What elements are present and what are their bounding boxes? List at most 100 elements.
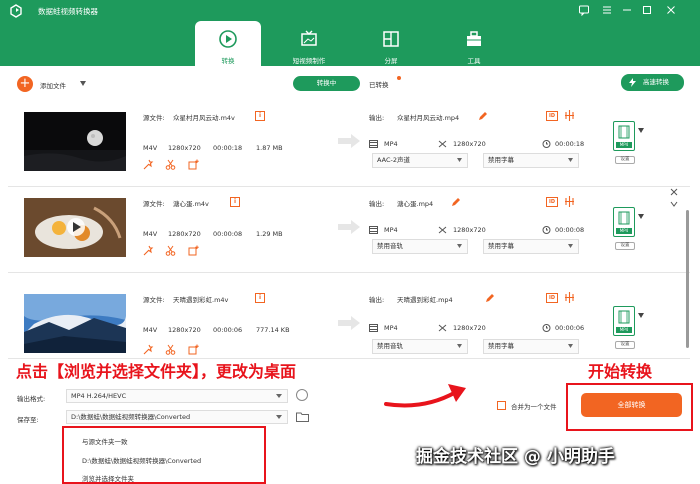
subtitle-select[interactable]: 禁用字幕 <box>483 339 579 354</box>
tab-convert[interactable]: 转换 <box>195 21 261 66</box>
format-settings-button[interactable]: 设置 <box>615 156 635 164</box>
video-thumbnail[interactable] <box>24 112 126 171</box>
info-icon[interactable]: i <box>255 293 265 303</box>
dropdown-option-source-folder[interactable]: 与源文件夹一致 <box>82 436 128 446</box>
source-resolution: 1280x720 <box>168 326 201 334</box>
rename-icon[interactable] <box>478 111 488 121</box>
file-row: 源文件: 溏心蛋.m4v i M4V 1280x720 00:00:08 1.2… <box>8 188 690 273</box>
fast-convert-label: 高速转换 <box>643 78 669 86</box>
clock-icon <box>542 226 551 234</box>
chevron-down-icon[interactable] <box>80 81 86 86</box>
output-info-icon[interactable]: ID <box>546 111 558 121</box>
rename-icon[interactable] <box>451 197 461 207</box>
clock-icon <box>542 140 551 148</box>
format-settings-button[interactable]: 设置 <box>615 242 635 250</box>
remove-file-icon[interactable] <box>670 188 678 196</box>
arrow-right-icon <box>338 316 360 330</box>
cut-icon[interactable] <box>165 344 176 355</box>
chevron-down-icon <box>457 344 462 348</box>
effects-icon[interactable] <box>143 344 154 355</box>
convert-all-button[interactable]: 全部转换 <box>581 393 682 417</box>
menu-icon[interactable] <box>601 4 613 16</box>
dropdown-option-converted-path[interactable]: D:\数据蛙\数据蛙视频转换器\Converted <box>82 455 201 465</box>
output-filename: 溏心蛋.mp4 <box>397 200 434 208</box>
cut-icon[interactable] <box>165 159 176 170</box>
add-file-button[interactable]: 添加文件 <box>40 80 66 90</box>
enhance-icon[interactable] <box>188 159 199 170</box>
video-thumbnail[interactable] <box>24 294 126 353</box>
output-format-select[interactable]: MP4 H.264/HEVC <box>66 389 288 403</box>
format-badge: MP4 <box>616 228 632 234</box>
save-to-select[interactable]: D:\数据蛙\数据蛙视频转换器\Converted <box>66 410 288 424</box>
enhance-icon[interactable] <box>188 245 199 256</box>
audio-track-select[interactable]: 禁用音轨 <box>372 239 468 254</box>
subtitle-value: 禁用字幕 <box>488 242 514 250</box>
format-settings-button[interactable]: 设置 <box>615 341 635 349</box>
subtitle-select[interactable]: 禁用字幕 <box>483 153 579 168</box>
maximize-icon[interactable] <box>641 4 653 16</box>
output-info-icon[interactable]: ID <box>546 293 558 303</box>
output-format-button[interactable]: MP4 <box>613 207 635 237</box>
audio-track-value: 禁用音轨 <box>377 342 403 350</box>
toolbox-icon <box>467 31 481 46</box>
fast-convert-button[interactable]: 高速转换 <box>621 74 684 91</box>
feedback-icon[interactable] <box>578 4 590 16</box>
app-header: 数据蛙视频转换器 转换 短视频制作 分屏 工具 <box>0 0 700 66</box>
tab-label: 分屏 <box>384 57 398 65</box>
dropdown-option-browse-folder[interactable]: 浏览并选择文件夹 <box>82 473 134 483</box>
add-file-icon[interactable]: + <box>17 76 33 92</box>
converted-tab[interactable]: 已转换 <box>369 79 389 89</box>
chevron-down-icon[interactable] <box>638 214 644 219</box>
tab-short-video[interactable]: 短视频制作 <box>276 21 342 66</box>
audio-track-select[interactable]: 禁用音轨 <box>372 339 468 354</box>
chevron-down-icon <box>276 394 282 398</box>
merge-checkbox[interactable] <box>497 401 506 410</box>
file-row: 源文件: 天晴遇到彩虹.m4v i M4V 1280x720 00:00:06 … <box>8 274 690 359</box>
chevron-down-icon <box>276 415 282 419</box>
video-thumbnail[interactable] <box>24 198 126 257</box>
output-format-value: MP4 H.264/HEVC <box>71 392 127 400</box>
enhance-icon[interactable] <box>188 344 199 355</box>
effects-icon[interactable] <box>143 159 154 170</box>
output-info-icon[interactable]: ID <box>546 197 558 207</box>
chevron-down-icon[interactable] <box>670 201 678 207</box>
split-icon[interactable] <box>564 196 575 207</box>
app-logo-icon <box>10 4 22 18</box>
split-icon[interactable] <box>564 292 575 303</box>
chevron-down-icon[interactable] <box>638 128 644 133</box>
source-duration: 00:00:06 <box>213 326 243 334</box>
output-format-button[interactable]: MP4 <box>613 306 635 336</box>
tab-split-screen[interactable]: 分屏 <box>358 21 424 66</box>
converting-tab[interactable]: 转换中 <box>293 76 360 91</box>
toolbar: + 添加文件 转换中 已转换 高速转换 <box>0 66 700 102</box>
source-size: 1.87 MB <box>256 144 283 152</box>
tab-tools[interactable]: 工具 <box>441 21 507 66</box>
output-format: MP4 <box>384 324 398 332</box>
output-settings-icon[interactable] <box>296 389 308 401</box>
output-format-button[interactable]: MP4 <box>613 121 635 151</box>
chevron-down-icon <box>568 158 573 162</box>
notification-dot <box>397 76 401 80</box>
split-icon[interactable] <box>564 110 575 121</box>
rename-icon[interactable] <box>485 293 495 303</box>
annotation-browse-folder: 点击【浏览并选择文件夹】，更改为桌面 <box>16 362 297 381</box>
convert-icon <box>219 30 237 48</box>
subtitle-select[interactable]: 禁用字幕 <box>483 239 579 254</box>
effects-icon[interactable] <box>143 245 154 256</box>
source-label: 源文件: <box>143 296 165 304</box>
chevron-down-icon[interactable] <box>638 313 644 318</box>
output-format: MP4 <box>384 226 398 234</box>
folder-icon[interactable] <box>296 411 309 422</box>
audio-track-select[interactable]: AAC-2声道 <box>372 153 468 168</box>
close-window-icon[interactable] <box>665 4 677 16</box>
info-icon[interactable]: i <box>255 111 265 121</box>
info-icon[interactable]: i <box>230 197 240 207</box>
output-filename: 天晴遇到彩虹.mp4 <box>397 296 453 304</box>
minimize-icon[interactable] <box>621 4 633 16</box>
tab-label: 工具 <box>467 57 481 65</box>
output-duration: 00:00:06 <box>555 324 585 332</box>
source-size: 777.14 KB <box>256 326 290 334</box>
cut-icon[interactable] <box>165 245 176 256</box>
output-filename: 众星村月风云动.mp4 <box>397 114 460 122</box>
file-list-scrollbar[interactable] <box>686 210 689 348</box>
